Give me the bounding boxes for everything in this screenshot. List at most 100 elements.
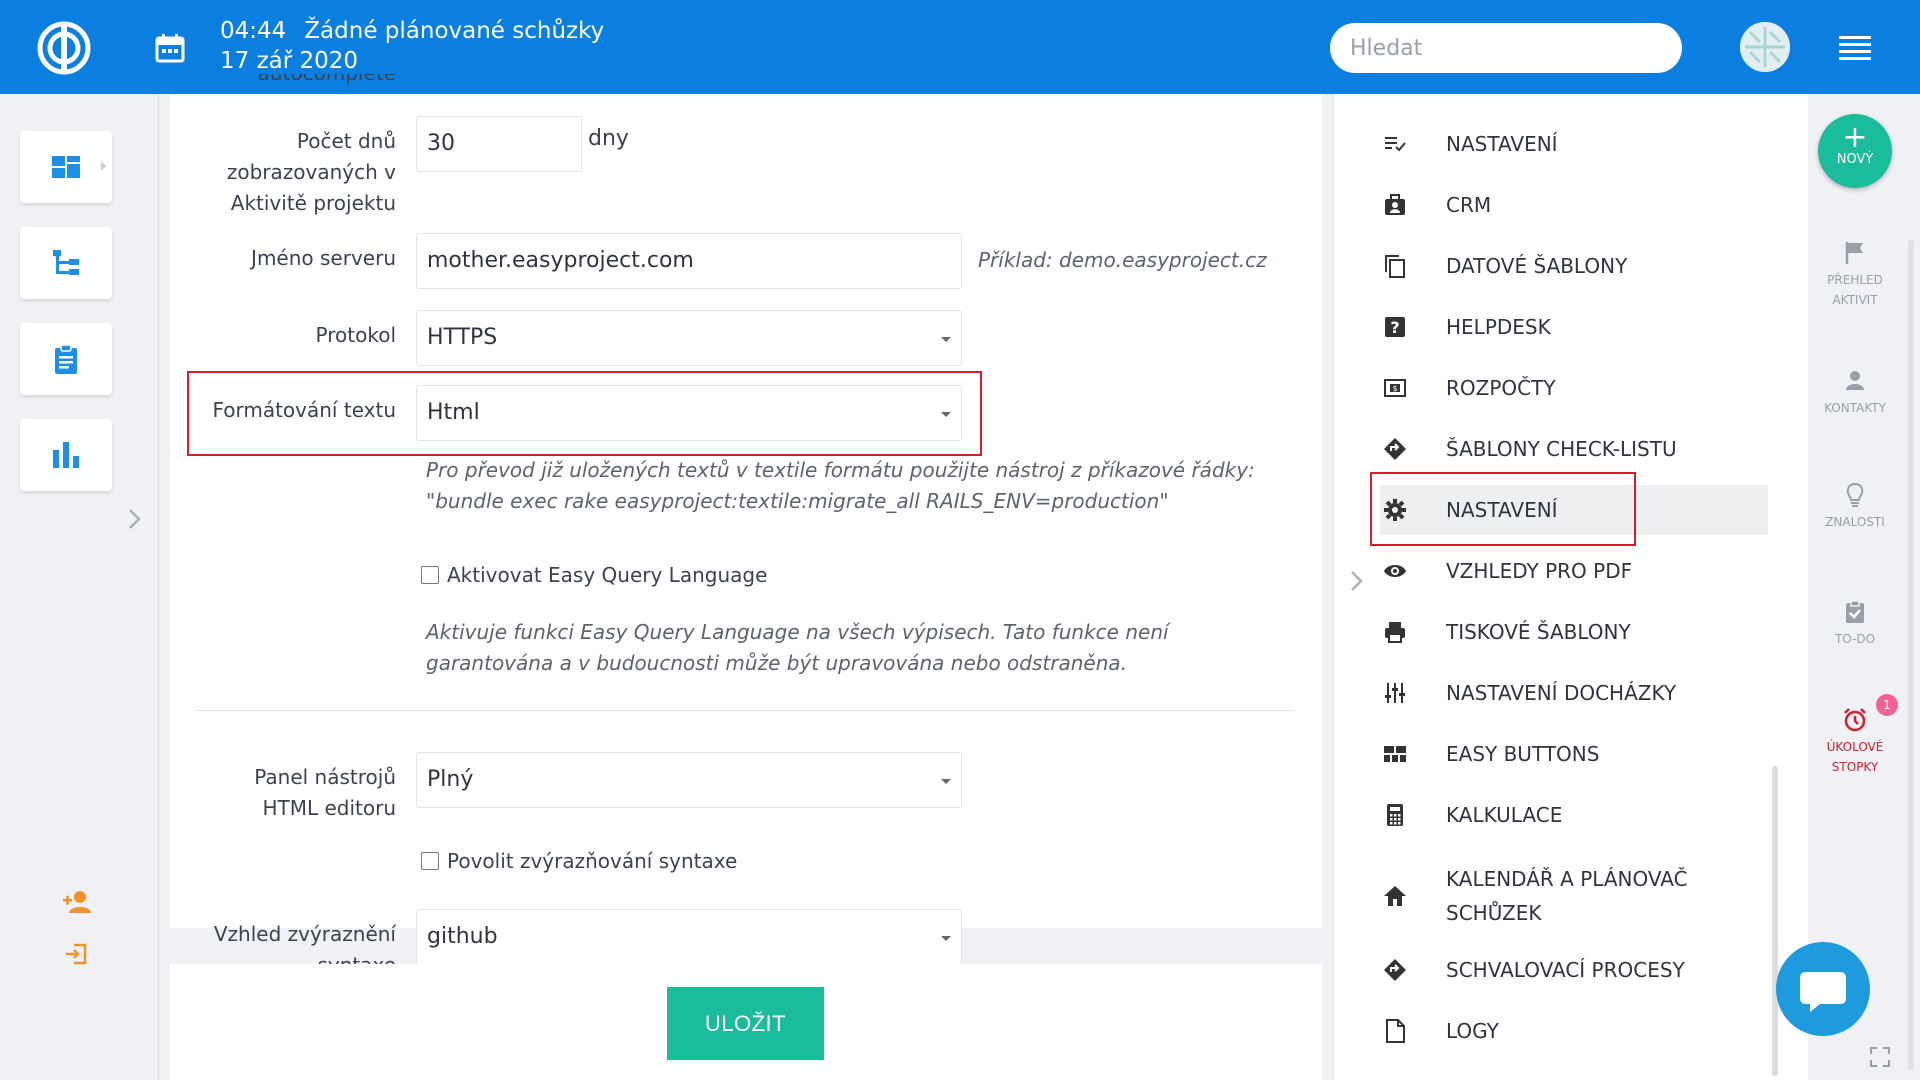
text-format-select[interactable]: Html: [416, 385, 962, 441]
add-user-icon[interactable]: [62, 890, 92, 914]
menu-item-crm[interactable]: CRM: [1380, 180, 1770, 230]
text-format-label: Formátování textu: [212, 398, 396, 422]
menu-item-label: ŠABLONY CHECK-LISTU: [1446, 437, 1677, 461]
menu-item-label: LOGY: [1446, 1019, 1499, 1043]
sign-in-icon[interactable]: [64, 942, 88, 966]
days-input[interactable]: 30: [416, 116, 582, 172]
protocol-label: Protokol: [315, 323, 396, 347]
menu-item-settings-top[interactable]: NASTAVENÍ: [1380, 119, 1770, 169]
protocol-value: HTTPS: [427, 325, 498, 350]
avatar[interactable]: [1740, 22, 1790, 72]
text-format-hint: Pro převod již uložených textů v textile…: [426, 458, 1255, 513]
todo-button[interactable]: TO-DO: [1810, 599, 1900, 649]
strip-scrollbar[interactable]: [1908, 240, 1914, 1070]
current-date: 17 zář 2020: [220, 48, 359, 74]
copy-icon: [1385, 255, 1405, 278]
section-divider: [196, 710, 1294, 711]
html-toolbar-select[interactable]: Plný: [416, 752, 962, 808]
server-label: Jméno serveru: [251, 246, 396, 270]
menu-item-easy-buttons[interactable]: EASY BUTTONS: [1380, 729, 1770, 779]
clipboard-icon: [55, 344, 77, 374]
menu-item-calendar-planner[interactable]: KALENDÁŘ A PLÁNOVAČ SCHŮZEK: [1380, 860, 1770, 932]
menu-item-helpdesk[interactable]: ? HELPDESK: [1380, 302, 1770, 352]
syntax-checkbox[interactable]: Povolit zvýrazňování syntaxe: [421, 849, 737, 873]
meetings-text: Žádné plánované schůzky: [304, 18, 605, 44]
menu-item-label: KALENDÁŘ A PLÁNOVAČ SCHŮZEK: [1446, 867, 1688, 925]
meeting-info[interactable]: 04:44 Žádné plánované schůzky: [220, 18, 622, 44]
highlight-settings: [1370, 472, 1636, 546]
activity-overview-button[interactable]: PŘEHLED AKTIVIT: [1810, 240, 1900, 310]
dropdown-caret-icon: [941, 779, 951, 784]
eye-icon: [1384, 565, 1406, 577]
money-icon: $: [1384, 379, 1406, 397]
search-input[interactable]: [1330, 23, 1682, 73]
diamond-arrow-icon: [1384, 959, 1406, 981]
menu-item-calculations[interactable]: KALKULACE: [1380, 790, 1770, 840]
menu-item-label: DATOVÉ ŠABLONY: [1446, 254, 1628, 278]
new-button[interactable]: + NOVÝ: [1818, 114, 1892, 188]
task-timers-button[interactable]: ÚKOLOVÉ STOPKY: [1810, 707, 1900, 777]
svg-text:?: ?: [1390, 318, 1399, 337]
menu-item-label: ROZPOČTY: [1446, 376, 1556, 400]
syntax-label: Povolit zvýrazňování syntaxe: [447, 849, 738, 873]
menu-item-label: HELPDESK: [1446, 315, 1551, 339]
contacts-label: KONTAKTY: [1824, 401, 1886, 415]
dashboard-button[interactable]: [20, 131, 112, 203]
expand-left-sidebar-icon[interactable]: [128, 508, 142, 530]
hamburger-menu-icon[interactable]: [1839, 36, 1871, 60]
menu-item-label: SCHVALOVACÍ PROCESY: [1446, 958, 1685, 982]
flag-icon: [1845, 242, 1863, 264]
save-button[interactable]: ULOŽIT: [667, 987, 824, 1060]
contacts-button[interactable]: KONTAKTY: [1810, 368, 1900, 418]
protocol-select[interactable]: HTTPS: [416, 310, 962, 366]
menu-item-label: TISKOVÉ ŠABLONY: [1446, 620, 1631, 644]
server-input[interactable]: mother.easyproject.com: [416, 233, 962, 289]
menu-item-label: VZHLEDY PRO PDF: [1446, 559, 1633, 583]
collapse-menu-icon[interactable]: [1350, 570, 1364, 592]
timers-badge: 1: [1876, 694, 1898, 716]
activity-label: PŘEHLED AKTIVIT: [1827, 273, 1883, 307]
person-icon: [1846, 371, 1864, 390]
menu-item-checklist-templates[interactable]: ŠABLONY CHECK-LISTU: [1380, 424, 1770, 474]
chat-button[interactable]: [1776, 942, 1870, 1036]
file-icon: [1386, 1019, 1405, 1043]
knowledge-label: ZNALOSTI: [1825, 515, 1885, 529]
knowledge-button[interactable]: ZNALOSTI: [1810, 482, 1900, 532]
tasks-button[interactable]: [20, 323, 112, 395]
menu-item-data-templates[interactable]: DATOVÉ ŠABLONY: [1380, 241, 1770, 291]
dropdown-caret-icon: [941, 936, 951, 941]
menu-item-print-templates[interactable]: TISKOVÉ ŠABLONY: [1380, 607, 1770, 657]
dashboard-icon: [52, 156, 80, 178]
cut-label-text: autocomplete: [258, 74, 396, 85]
avatar-pattern-icon: [1740, 22, 1790, 72]
plus-icon: +: [1842, 120, 1868, 155]
syntax-theme-select[interactable]: github: [416, 909, 962, 965]
checkbox-box[interactable]: [421, 566, 439, 584]
days-unit: dny: [588, 126, 629, 151]
eql-hint: Aktivuje funkci Easy Query Language na v…: [426, 620, 1169, 675]
menu-item-approval-processes[interactable]: SCHVALOVACÍ PROCESY: [1380, 945, 1770, 995]
menu-item-logs[interactable]: LOGY: [1380, 1006, 1770, 1056]
reports-button[interactable]: [20, 419, 112, 491]
calendar-icon[interactable]: [154, 32, 186, 64]
menu-item-label: CRM: [1446, 193, 1492, 217]
printer-icon: [1385, 622, 1405, 643]
server-example: Příklad: demo.easyproject.cz: [978, 248, 1267, 272]
project-tree-button[interactable]: [20, 227, 112, 299]
chevron-right-icon: [100, 161, 107, 171]
diamond-arrow-icon: [1384, 438, 1406, 460]
cut-label: autocomplete: [196, 74, 396, 98]
app-logo-icon[interactable]: [36, 20, 92, 76]
checkbox-box[interactable]: [421, 852, 439, 870]
dropdown-caret-icon: [941, 337, 951, 342]
home-icon: [1384, 886, 1406, 906]
menu-item-attendance-settings[interactable]: NASTAVENÍ DOCHÁZKY: [1380, 668, 1770, 718]
tree-icon: [53, 250, 79, 275]
syntax-theme-label: Vzhled zvýraznění syntaxe: [213, 922, 396, 964]
eql-checkbox[interactable]: Aktivovat Easy Query Language: [421, 563, 767, 587]
question-box-icon: ?: [1385, 317, 1405, 337]
menu-item-budgets[interactable]: $ ROZPOČTY: [1380, 363, 1770, 413]
clipboard-check-icon: [1846, 600, 1864, 623]
menu-item-pdf-themes[interactable]: VZHLEDY PRO PDF: [1380, 546, 1770, 596]
fullscreen-icon[interactable]: [1870, 1047, 1890, 1067]
